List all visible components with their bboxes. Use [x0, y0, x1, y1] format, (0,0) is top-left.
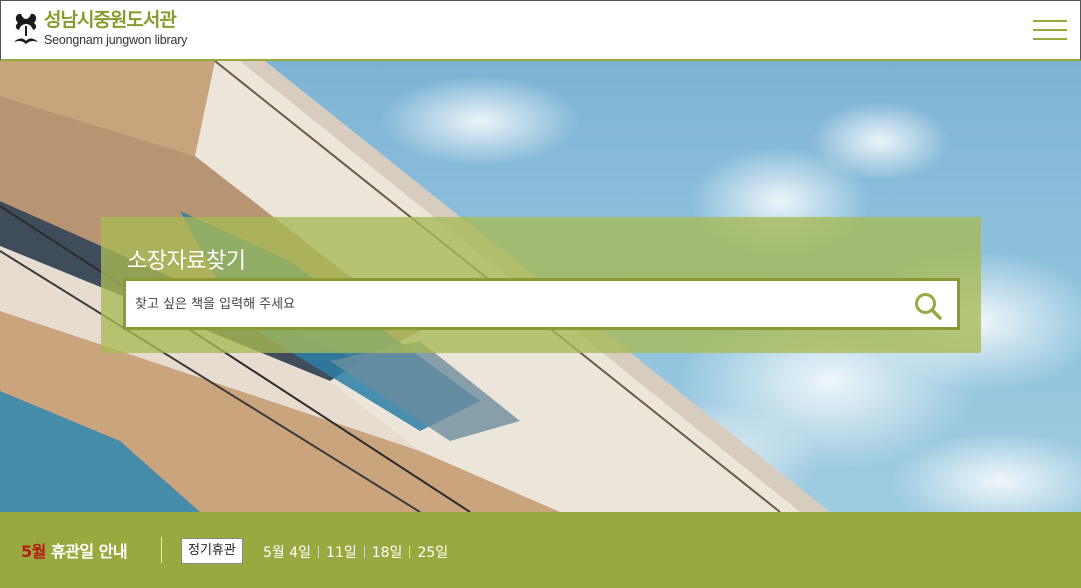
collection-search-panel: 소장자료찾기 [101, 217, 981, 353]
closure-title-text: 휴관일 안내 [50, 542, 128, 561]
logo-korean-name: 성남시중원도서관 [44, 9, 177, 32]
library-logo-icon [14, 13, 38, 44]
search-box [123, 278, 960, 330]
date-separator [409, 546, 411, 558]
date-separator [318, 546, 320, 558]
search-button[interactable] [913, 291, 943, 321]
closure-month: 5월 [21, 542, 46, 561]
hero-banner: 소장자료찾기 [0, 61, 1081, 512]
site-header: 성남시중원도서관 Seongnam jungwon library [0, 0, 1081, 61]
search-panel-title: 소장자료찾기 [127, 249, 246, 274]
search-input[interactable] [135, 281, 895, 327]
closure-date: 25일 [417, 545, 449, 561]
closure-date: 5월 4일 [263, 545, 312, 561]
closure-date: 11일 [326, 545, 357, 561]
closure-notice-bar: 5월 휴관일 안내 정기휴관 5월 4일 11일 18일 25일 [0, 512, 1081, 588]
logo-english-name: Seongnam jungwon library [44, 33, 188, 48]
site-logo[interactable]: 성남시중원도서관 Seongnam jungwon library [12, 10, 187, 48]
closure-notice-title: 5월 휴관일 안내 [21, 538, 128, 562]
search-icon [915, 293, 942, 320]
divider [161, 537, 162, 563]
closure-dates-list: 5월 4일 11일 18일 25일 [263, 542, 448, 562]
regular-closure-badge: 정기휴관 [181, 538, 243, 564]
hamburger-menu-icon[interactable] [1033, 20, 1067, 40]
date-separator [363, 546, 365, 558]
closure-date: 18일 [371, 545, 403, 561]
